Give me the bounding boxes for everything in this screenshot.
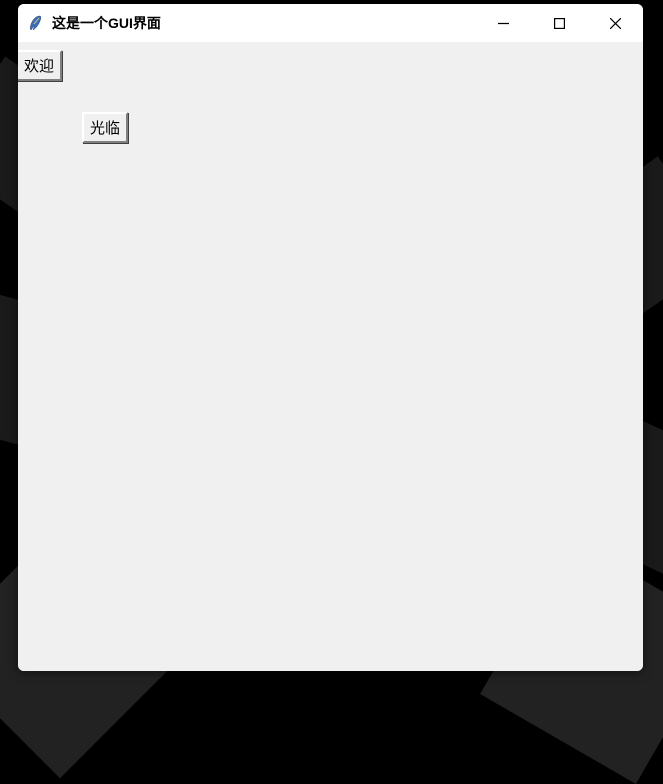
close-button[interactable] bbox=[587, 4, 643, 42]
window-controls bbox=[475, 4, 643, 42]
visit-button[interactable]: 光临 bbox=[82, 112, 128, 143]
tk-feather-icon bbox=[28, 15, 44, 31]
minimize-button[interactable] bbox=[475, 4, 531, 42]
titlebar[interactable]: 这是一个GUI界面 bbox=[18, 4, 643, 42]
app-window: 这是一个GUI界面 欢迎 光临 bbox=[18, 4, 643, 671]
client-area: 欢迎 光临 bbox=[18, 42, 643, 671]
maximize-button[interactable] bbox=[531, 4, 587, 42]
window-title: 这是一个GUI界面 bbox=[52, 13, 161, 33]
welcome-button[interactable]: 欢迎 bbox=[18, 50, 62, 81]
